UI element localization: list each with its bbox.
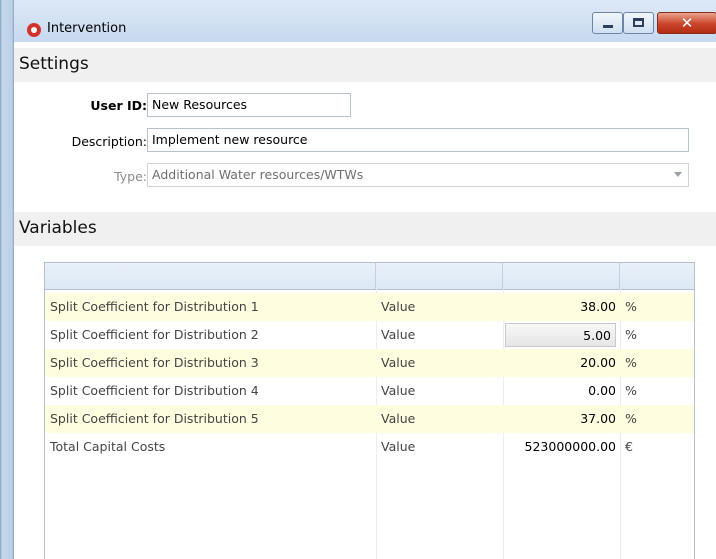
variable-value-editor[interactable]: 5.00 bbox=[505, 323, 616, 347]
variable-unit: % bbox=[625, 327, 637, 342]
grid-header-cell-unit[interactable] bbox=[620, 263, 694, 289]
variable-kind: Value bbox=[381, 355, 416, 370]
variable-kind: Value bbox=[381, 411, 416, 426]
minimize-button[interactable] bbox=[592, 12, 623, 34]
table-row[interactable]: Total Capital Costs Value 523000000.00 € bbox=[45, 433, 694, 461]
variables-grid[interactable]: Split Coefficient for Distribution 1 Val… bbox=[44, 262, 695, 559]
variable-name: Split Coefficient for Distribution 1 bbox=[50, 299, 259, 314]
variable-value[interactable]: 20.00 bbox=[505, 355, 616, 370]
variable-unit: % bbox=[625, 411, 637, 426]
variable-unit: % bbox=[625, 299, 637, 314]
intervention-window: Intervention ✕ Settings User ID: New Res… bbox=[0, 0, 716, 559]
variable-value[interactable]: 523000000.00 bbox=[505, 439, 616, 454]
user-id-input[interactable]: New Resources bbox=[147, 93, 351, 117]
variable-value[interactable]: 0.00 bbox=[505, 383, 616, 398]
variable-kind: Value bbox=[381, 383, 416, 398]
variable-name: Split Coefficient for Distribution 2 bbox=[50, 327, 259, 342]
app-logo-icon bbox=[27, 23, 41, 37]
variable-value[interactable]: 38.00 bbox=[505, 299, 616, 314]
variables-title: Variables bbox=[19, 218, 97, 238]
chevron-down-icon bbox=[674, 172, 682, 177]
grid-header-cell-name[interactable] bbox=[45, 263, 376, 289]
settings-section-header: Settings bbox=[14, 48, 716, 82]
title-bar[interactable]: Intervention ✕ bbox=[14, 0, 716, 42]
close-button[interactable]: ✕ bbox=[657, 12, 716, 34]
variable-value[interactable]: 37.00 bbox=[505, 411, 616, 426]
variable-unit: % bbox=[625, 355, 637, 370]
variable-unit: % bbox=[625, 383, 637, 398]
user-id-label: User ID: bbox=[90, 98, 147, 113]
window-title: Intervention bbox=[47, 21, 127, 36]
table-row[interactable]: Split Coefficient for Distribution 1 Val… bbox=[45, 293, 694, 321]
dialog-content: Settings User ID: New Resources Descript… bbox=[14, 42, 716, 559]
variables-section-header: Variables bbox=[14, 212, 716, 246]
variable-name: Split Coefficient for Distribution 5 bbox=[50, 411, 259, 426]
grid-header-cell-value[interactable] bbox=[503, 263, 620, 289]
table-row[interactable]: Split Coefficient for Distribution 5 Val… bbox=[45, 405, 694, 433]
settings-title: Settings bbox=[19, 54, 89, 74]
close-icon: ✕ bbox=[680, 14, 694, 32]
variable-unit: € bbox=[625, 439, 633, 454]
table-row[interactable]: Split Coefficient for Distribution 2 Val… bbox=[45, 321, 694, 349]
variable-name: Split Coefficient for Distribution 4 bbox=[50, 383, 259, 398]
variable-kind: Value bbox=[381, 327, 416, 342]
type-select-value: Additional Water resources/WTWs bbox=[152, 167, 364, 182]
type-select[interactable]: Additional Water resources/WTWs bbox=[147, 163, 689, 187]
type-label: Type: bbox=[114, 169, 147, 184]
description-label: Description: bbox=[71, 134, 147, 149]
maximize-button[interactable] bbox=[623, 12, 654, 34]
variable-name: Split Coefficient for Distribution 3 bbox=[50, 355, 259, 370]
table-row[interactable]: Split Coefficient for Distribution 4 Val… bbox=[45, 377, 694, 405]
grid-header bbox=[45, 263, 694, 290]
variable-kind: Value bbox=[381, 439, 416, 454]
variable-name: Total Capital Costs bbox=[50, 439, 166, 454]
grid-header-cell-kind[interactable] bbox=[376, 263, 503, 289]
table-row[interactable]: Split Coefficient for Distribution 3 Val… bbox=[45, 349, 694, 377]
maximize-icon bbox=[633, 18, 644, 27]
minimize-icon bbox=[603, 25, 613, 28]
description-input[interactable]: Implement new resource bbox=[147, 128, 689, 152]
variable-kind: Value bbox=[381, 299, 416, 314]
window-left-frame bbox=[0, 0, 14, 559]
